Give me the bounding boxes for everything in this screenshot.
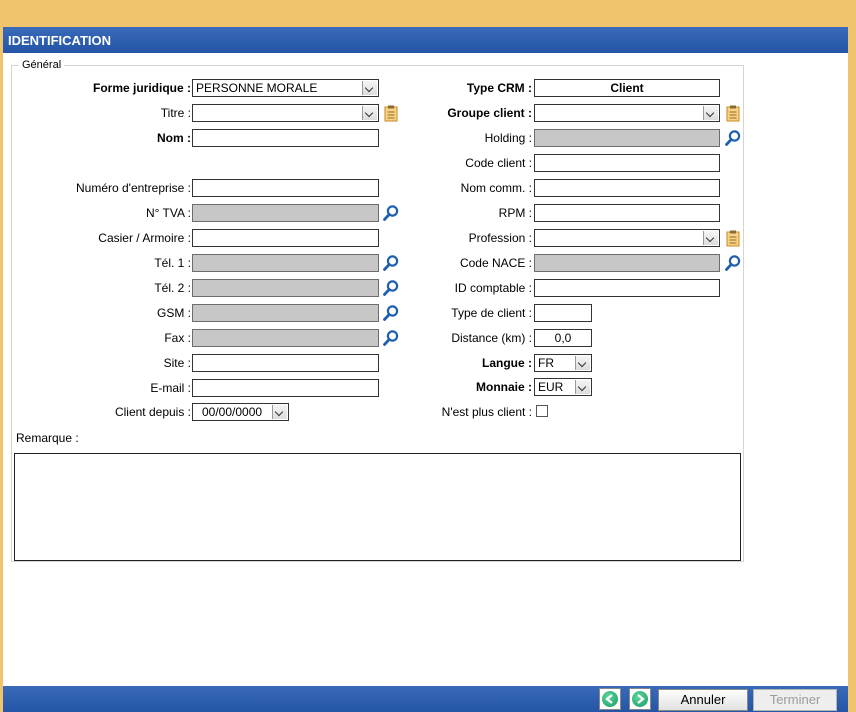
nom-input[interactable] (192, 129, 379, 147)
client-depuis-value: 00/00/0000 (202, 405, 263, 419)
search-icon[interactable] (382, 304, 400, 322)
monnaie-select[interactable]: EUR (534, 378, 592, 396)
id-comptable-input[interactable] (534, 279, 720, 297)
type-crm-label: Type CRM : (466, 81, 532, 95)
langue-select[interactable]: FR (534, 354, 592, 372)
distance-input[interactable]: 0,0 (534, 329, 592, 347)
search-icon[interactable] (724, 254, 742, 272)
monnaie-label: Monnaie : (476, 380, 532, 394)
site-input[interactable] (192, 354, 379, 372)
monnaie-value: EUR (538, 380, 564, 394)
casier-input[interactable] (192, 229, 379, 247)
holding-input (534, 129, 720, 147)
footer-bar: Annuler Terminer (3, 686, 848, 712)
langue-value: FR (538, 356, 554, 370)
chevron-down-icon[interactable] (362, 81, 377, 95)
email-input[interactable] (192, 379, 379, 397)
search-icon[interactable] (382, 254, 400, 272)
tel2-input (192, 279, 379, 297)
langue-label: Langue : (482, 356, 532, 370)
remarque-textarea[interactable] (14, 453, 741, 561)
chevron-down-icon[interactable] (575, 380, 590, 394)
forme-juridique-select[interactable]: PERSONNE MORALE (192, 79, 379, 97)
gsm-input (192, 304, 379, 322)
numero-entreprise-label: Numéro d'entreprise : (75, 181, 191, 195)
titre-select[interactable] (192, 104, 379, 122)
clipboard-icon[interactable] (724, 104, 742, 122)
chevron-down-icon[interactable] (575, 356, 590, 370)
tel1-input (192, 254, 379, 272)
email-label: E-mail : (150, 381, 191, 395)
type-client-input[interactable] (534, 304, 592, 322)
groupe-client-label: Groupe client : (447, 106, 532, 120)
arrow-right-circle-icon (632, 691, 648, 707)
plus-client-checkbox[interactable] (536, 405, 548, 417)
tel2-label: Tél. 2 : (154, 281, 191, 295)
fax-input (192, 329, 379, 347)
general-group-legend: Général (19, 59, 65, 71)
search-icon[interactable] (382, 204, 400, 222)
gsm-label: GSM : (156, 306, 191, 320)
tva-label: N° TVA : (145, 206, 191, 220)
cancel-button[interactable]: Annuler (658, 689, 748, 711)
identification-window: IDENTIFICATION Général Forme juridique :… (3, 27, 848, 712)
type-client-label: Type de client : (451, 306, 532, 320)
distance-label: Distance (km) : (451, 331, 532, 345)
code-nace-input (534, 254, 720, 272)
chevron-down-icon[interactable] (272, 405, 287, 419)
groupe-client-select[interactable] (534, 104, 720, 122)
search-icon[interactable] (382, 279, 400, 297)
chevron-down-icon[interactable] (362, 106, 377, 120)
finish-button: Terminer (753, 689, 837, 711)
rpm-label: RPM : (498, 206, 532, 220)
clipboard-icon[interactable] (382, 104, 400, 122)
type-crm-field: Client (534, 79, 720, 97)
fax-label: Fax : (164, 331, 191, 345)
chevron-down-icon[interactable] (703, 106, 718, 120)
clipboard-icon[interactable] (724, 229, 742, 247)
code-client-label: Code client : (465, 156, 532, 170)
holding-label: Holding : (484, 131, 532, 145)
numero-entreprise-input[interactable] (192, 179, 379, 197)
casier-label: Casier / Armoire : (98, 231, 191, 245)
previous-button[interactable] (599, 688, 621, 710)
profession-select[interactable] (534, 229, 720, 247)
next-button[interactable] (629, 688, 651, 710)
plus-client-label: N'est plus client : (441, 405, 532, 419)
profession-label: Profession : (468, 231, 532, 245)
code-nace-label: Code NACE : (459, 256, 532, 270)
nom-comm-input[interactable] (534, 179, 720, 197)
tva-input (192, 204, 379, 222)
id-comptable-label: ID comptable : (454, 281, 532, 295)
chevron-down-icon[interactable] (703, 231, 718, 245)
search-icon[interactable] (382, 329, 400, 347)
arrow-left-circle-icon (602, 691, 618, 707)
code-client-input[interactable] (534, 154, 720, 172)
nom-comm-label: Nom comm. : (460, 181, 532, 195)
forme-juridique-label: Forme juridique : (92, 81, 191, 95)
client-depuis-label: Client depuis : (114, 405, 191, 419)
search-icon[interactable] (724, 129, 742, 147)
forme-juridique-value: PERSONNE MORALE (196, 81, 318, 95)
client-depuis-datepicker[interactable]: 00/00/0000 (192, 403, 289, 421)
remarque-label: Remarque : (16, 431, 79, 445)
rpm-input[interactable] (534, 204, 720, 222)
nom-label: Nom : (157, 131, 191, 145)
site-label: Site : (163, 356, 191, 370)
window-title: IDENTIFICATION (3, 27, 848, 53)
tel1-label: Tél. 1 : (154, 256, 191, 270)
titre-label: Titre : (160, 106, 191, 120)
